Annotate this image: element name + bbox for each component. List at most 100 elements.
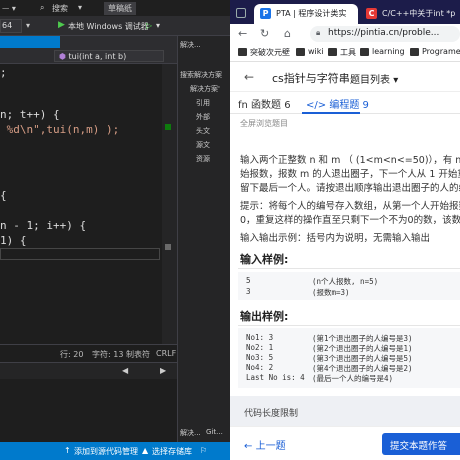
input-note-1: (n个人报数, n=5) [312, 277, 379, 286]
scroll-change-marker [165, 124, 171, 130]
solution-bottom-tab[interactable]: 解决... [180, 428, 201, 438]
desc-line-5: 0，重复这样的操作直至只剩下一个不为0的数，该数就是 [240, 215, 460, 226]
prev-problem-button[interactable]: ← 上一题 [244, 437, 286, 452]
solution-item-sources[interactable]: 源文 [196, 140, 210, 150]
desc-line-6: 输入输出示例：括号内为说明，无需输入输出 [240, 233, 431, 244]
vs-editor-statusline: 行: 20 字符: 13 制表符 CRLF [0, 344, 177, 360]
function-icon: ⬢ [59, 52, 69, 61]
cursor-char: 字符: 13 [92, 350, 124, 359]
solution-explorer: 解决... 搜索解决方案 解决方案' 引用 外部 头文 源文 资源 解决... … [177, 36, 230, 442]
browser-tab-csdn[interactable]: C C/C++中关于int *p [360, 4, 460, 24]
folder-icon [328, 48, 337, 56]
output-value-5: Last No is: 4 [246, 373, 305, 382]
vs-editor-scrollbar[interactable] [162, 64, 177, 354]
refresh-icon[interactable]: ↻ [260, 27, 269, 40]
bookmark-2[interactable]: wiki [296, 47, 324, 56]
divider [238, 325, 460, 326]
vs-run-button[interactable]: 本地 Windows 调试器 [68, 21, 149, 32]
vs-project-name: 草稿纸 [104, 2, 136, 15]
pta-header: ← cs指针与字符串 题目列表 ▾ [230, 62, 460, 92]
url-bar[interactable]: 🔒︎ https://pintia.cn/proble... [310, 26, 460, 42]
pta-favicon-icon: P [260, 8, 271, 19]
browser-toolbar: ← ↻ ⌂ 🔒︎ https://pintia.cn/proble... [230, 24, 460, 44]
bookmarks-bar: 突破次元壁 wiki 工具 learning Programe [230, 44, 460, 62]
current-line-highlight [0, 248, 160, 260]
code-line-6: 1) { [0, 234, 27, 247]
input-sample-box: 5 (n个人报数, n=5) 3 (报数m=3) [238, 272, 460, 300]
vs-doc-tab-active[interactable] [0, 36, 60, 48]
solution-item-root[interactable]: 解决方案' [190, 84, 220, 94]
browser-tab-pta[interactable]: P PTA | 程序设计类实 [254, 4, 358, 24]
repo-chevron-icon: ▲ [142, 446, 149, 455]
solution-item-external[interactable]: 外部 [196, 112, 210, 122]
lock-icon: 🔒︎ [316, 28, 321, 37]
output-sample-heading: 输出样例: [240, 310, 289, 323]
solution-item-resources[interactable]: 资源 [196, 154, 210, 164]
vs-toolbar-chevron-icon[interactable]: ▾ [26, 21, 30, 30]
output-scroll-right-icon[interactable]: ▶ [160, 366, 166, 375]
solution-item-references[interactable]: 引用 [196, 98, 210, 108]
vs-menu-search[interactable]: 搜索 [52, 3, 68, 14]
notification-icon[interactable]: ⚐ [200, 446, 207, 455]
scroll-thumb[interactable] [165, 244, 171, 250]
home-icon[interactable]: ⌂ [284, 27, 291, 40]
bookmark-3[interactable]: 工具 [328, 47, 356, 58]
vs-menu-search-icon[interactable]: ⌕ [40, 3, 44, 13]
code-line-4: { [0, 189, 7, 202]
browser-tab-title: C/C++中关于int *p [382, 9, 456, 18]
bookmark-1[interactable]: 突破次元壁 [238, 47, 290, 58]
git-changes-tab[interactable]: Git... [206, 428, 223, 436]
folder-icon [360, 48, 369, 56]
add-to-source-control[interactable]: 添加到源代码管理 [74, 446, 138, 457]
vs-doc-tabstrip [0, 36, 177, 48]
vs-output-toolbar: ◀ ▶ [0, 363, 177, 379]
tab-programming-problems[interactable]: </> 编程题 9 [306, 96, 369, 111]
fullscreen-browse-link[interactable]: 全屏浏览题目 [240, 118, 288, 129]
vs-platform-text: 64 [2, 21, 13, 30]
vs-toolbar-more-icon[interactable]: ▾ [156, 21, 160, 30]
desc-line-4: 提示：将每个人的编号存入数组，从第一个人开始报数， [240, 201, 460, 212]
browser-tabstrip: P PTA | 程序设计类实 C C/C++中关于int *p [230, 0, 460, 24]
submit-answer-button[interactable]: 提交本题作答 [382, 433, 460, 455]
code-tab-icon: </> [306, 100, 327, 111]
arrow-up-icon: ↑ [64, 446, 71, 455]
tab-actions-icon[interactable] [236, 8, 246, 18]
input-value-1: 5 [246, 276, 251, 285]
output-sample-box: No1: 3 (第1个退出圈子的人编号是3) No2: 1 (第2个退出圈子的人… [238, 328, 460, 388]
play-icon[interactable]: ▶ [58, 20, 65, 30]
vs-function-dropdown[interactable]: ⬢ tui(int a, int b) [54, 50, 164, 62]
output-value-1: No1: 3 [246, 333, 274, 342]
solution-explorer-tab[interactable]: 解决... [180, 40, 201, 50]
solution-item-headers[interactable]: 头文 [196, 126, 210, 136]
code-line-2: n; t++) { [0, 108, 60, 121]
cursor-row: 行: 20 [60, 350, 84, 359]
line-ending[interactable]: CRLF [156, 349, 176, 358]
problem-list-dropdown[interactable]: 题目列表 ▾ [350, 71, 398, 86]
problem-footer: ← 上一题 提交本题作答 [230, 426, 460, 460]
problem-set-title[interactable]: cs指针与字符串 [272, 70, 350, 86]
play-no-debug-icon[interactable]: ▷ [146, 21, 152, 30]
code-limit-section: 代码长度限制 [230, 396, 460, 426]
arrow-left-icon: ← [244, 441, 253, 452]
solution-search[interactable]: 搜索解决方案 [180, 70, 222, 80]
output-scroll-left-icon[interactable]: ◀ [122, 366, 128, 375]
code-editor[interactable]: ; n; t++) { %d\n",tui(n,m) ); { n - 1; i… [0, 64, 162, 354]
vs-toolbar: 64 ▾ ▶ 本地 Windows 调试器 ▷ ▾ [0, 16, 230, 36]
vs-navigation-bar: ⬢ tui(int a, int b) [0, 48, 177, 64]
back-icon[interactable]: ← [238, 27, 247, 40]
select-repository[interactable]: 选择存储库 [152, 446, 192, 457]
bookmark-5[interactable]: Programe [410, 47, 460, 56]
output-value-2: No2: 1 [246, 343, 274, 352]
vs-menu-search-chevron-icon[interactable]: ▾ [78, 3, 82, 12]
indent-mode[interactable]: 制表符 [126, 349, 150, 360]
pta-back-icon[interactable]: ← [244, 70, 254, 84]
bookmark-4[interactable]: learning [360, 47, 405, 56]
folder-icon [238, 48, 247, 56]
url-text: https://pintia.cn/proble... [328, 28, 440, 38]
browser-window: P PTA | 程序设计类实 C C/C++中关于int *p ← ↻ ⌂ 🔒︎… [230, 0, 460, 460]
output-value-3: No3: 5 [246, 353, 274, 362]
problem-type-tabs: fn 函数题 6 </> 编程题 9 [230, 92, 460, 114]
tab-function-problems[interactable]: fn 函数题 6 [238, 96, 291, 111]
input-sample-heading: 输入样例: [240, 253, 289, 266]
vs-menu-overflow[interactable]: ᅳ ▾ [2, 3, 16, 14]
